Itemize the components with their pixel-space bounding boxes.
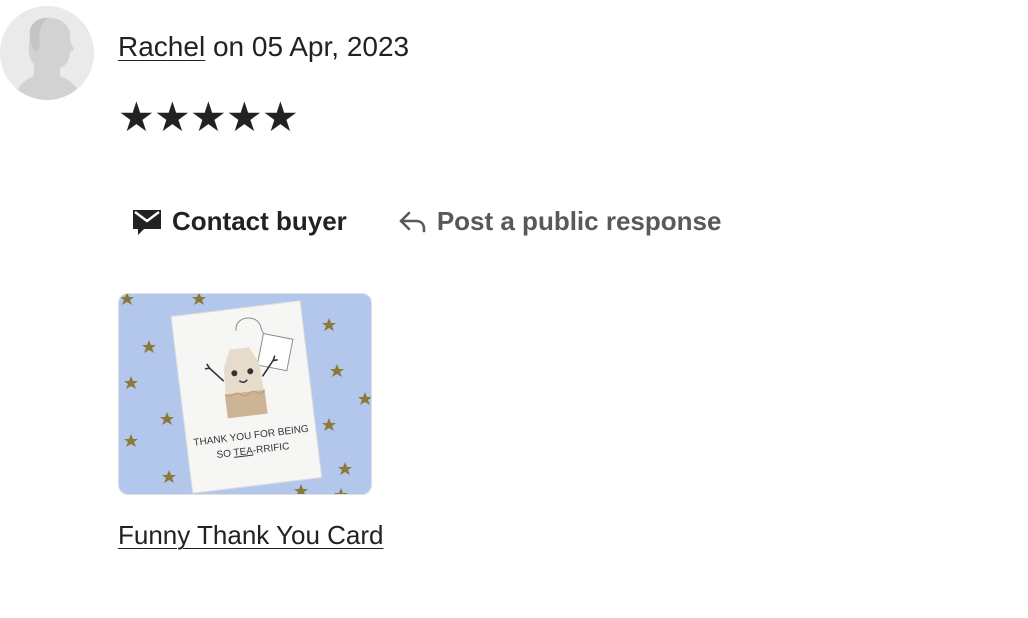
reply-arrow-icon	[397, 206, 427, 236]
listing-title-link[interactable]: Funny Thank You Card	[118, 517, 383, 553]
envelope-icon	[132, 206, 162, 236]
post-public-response-button[interactable]: Post a public response	[397, 205, 722, 237]
listing-thumbnail[interactable]: THANK YOU FOR BEING SO TEA-RRIFIC	[118, 293, 372, 495]
contact-buyer-button[interactable]: Contact buyer	[132, 206, 347, 237]
default-user-icon	[0, 6, 94, 100]
thank-you-card-image: THANK YOU FOR BEING SO TEA-RRIFIC	[119, 294, 371, 494]
reviewer-avatar[interactable]	[0, 6, 94, 100]
star-icon: ★	[118, 94, 155, 140]
post-public-response-label: Post a public response	[436, 205, 722, 236]
star-icon: ★	[154, 94, 191, 140]
reviewer-name-link[interactable]: Rachel	[118, 31, 205, 62]
star-icon: ★	[190, 94, 227, 140]
contact-buyer-label: Contact buyer	[172, 205, 347, 236]
review-actions: Contact buyer Post a public response	[132, 200, 721, 242]
review-byline: Rachel on 05 Apr, 2023	[118, 28, 409, 66]
review-date: on 05 Apr, 2023	[205, 31, 410, 62]
star-icon: ★	[262, 94, 299, 140]
review-item: Rachel on 05 Apr, 2023 ★ ★ ★ ★ ★ Contact buy…	[0, 0, 1028, 618]
star-rating: ★ ★ ★ ★ ★	[118, 94, 299, 140]
star-icon: ★	[226, 94, 263, 140]
